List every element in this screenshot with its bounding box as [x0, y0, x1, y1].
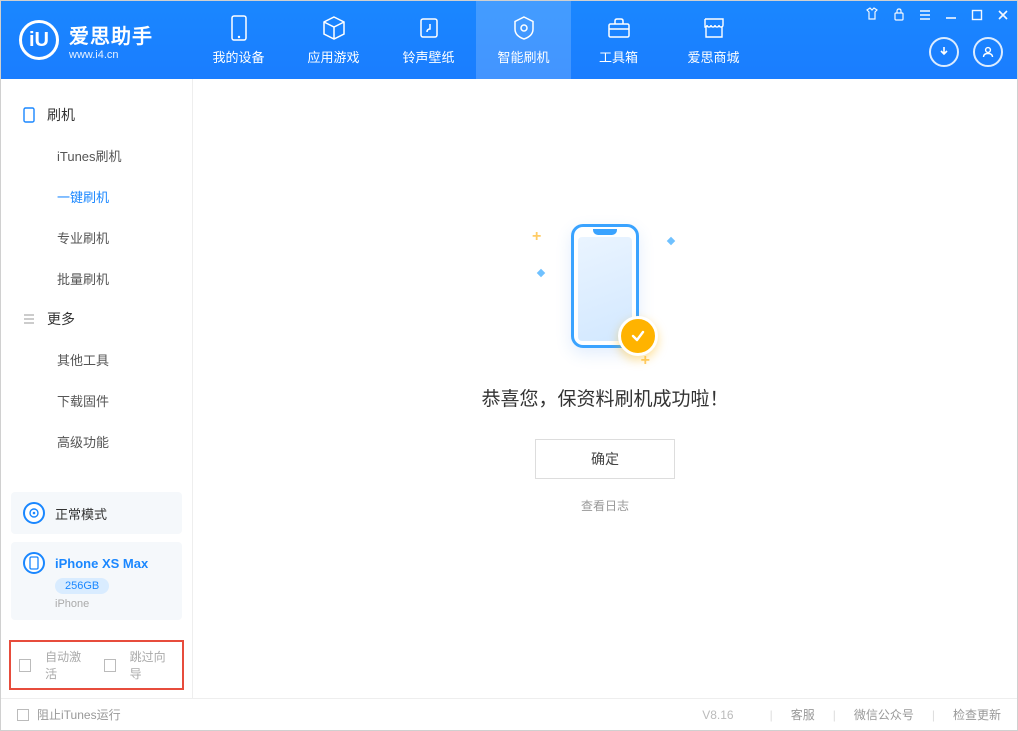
block-itunes-label: 阻止iTunes运行: [37, 706, 121, 723]
nav-tab-ringtones[interactable]: 铃声壁纸: [381, 1, 476, 79]
support-link[interactable]: 客服: [791, 706, 815, 723]
sparkle-icon: [667, 236, 675, 244]
nav-label: 工具箱: [599, 47, 638, 66]
nav-tab-device[interactable]: 我的设备: [191, 1, 286, 79]
store-icon: [701, 15, 727, 41]
mode-label: 正常模式: [55, 504, 107, 523]
device-storage: 256GB: [55, 578, 109, 594]
nav-label: 智能刷机: [497, 47, 549, 66]
nav-label: 我的设备: [212, 47, 264, 66]
view-log-link[interactable]: 查看日志: [581, 497, 629, 514]
app-website: www.i4.cn: [69, 49, 153, 61]
download-button[interactable]: [929, 37, 959, 67]
sidebar-item-other-tools[interactable]: 其他工具: [1, 339, 192, 380]
account-button[interactable]: [973, 37, 1003, 67]
sidebar-item-batch-flash[interactable]: 批量刷机: [1, 258, 192, 299]
more-lines-icon: [21, 311, 37, 327]
logo-text: 爱思助手 www.i4.cn: [69, 20, 153, 61]
success-badge-icon: [618, 316, 658, 356]
mode-card[interactable]: 正常模式: [11, 492, 182, 534]
nav-label: 爱思商城: [687, 47, 739, 66]
sidebar-item-advanced[interactable]: 高级功能: [1, 421, 192, 462]
success-message: 恭喜您，保资料刷机成功啦！: [481, 384, 728, 411]
sidebar-groups: 刷机 iTunes刷机 一键刷机 专业刷机 批量刷机 更多 其他工具 下载固件 …: [1, 79, 192, 482]
success-illustration: + +: [530, 214, 680, 364]
sidebar-item-itunes-flash[interactable]: iTunes刷机: [1, 135, 192, 176]
main-content: + + 恭喜您，保资料刷机成功啦！ 确定 查看日志: [193, 79, 1017, 698]
statusbar: 阻止iTunes运行 V8.16 | 客服 | 微信公众号 | 检查更新: [1, 698, 1017, 730]
check-update-link[interactable]: 检查更新: [953, 706, 1001, 723]
auto-activate-checkbox[interactable]: [19, 659, 31, 672]
block-itunes-checkbox[interactable]: [17, 709, 29, 721]
skip-guide-checkbox[interactable]: [104, 659, 116, 672]
skip-guide-label: 跳过向导: [130, 648, 174, 682]
logo-icon: iU: [19, 20, 59, 60]
window-controls: [865, 7, 1009, 24]
sparkle-plus-icon: +: [532, 228, 541, 246]
ok-button[interactable]: 确定: [535, 439, 675, 479]
device-name: iPhone XS Max: [55, 556, 148, 571]
sidebar: 刷机 iTunes刷机 一键刷机 专业刷机 批量刷机 更多 其他工具 下载固件 …: [1, 79, 193, 698]
nav-tab-store[interactable]: 爱思商城: [666, 1, 761, 79]
sidebar-bottom: 正常模式 iPhone XS Max 256GB iPhone: [1, 482, 192, 638]
maximize-icon[interactable]: [971, 8, 983, 24]
flash-icon: [511, 15, 537, 41]
header-actions: [929, 37, 1003, 67]
app-header: iU 爱思助手 www.i4.cn 我的设备 应用游戏 铃声壁纸: [1, 1, 1017, 79]
lock-icon[interactable]: [893, 7, 905, 24]
toolbox-icon: [606, 15, 632, 41]
sidebar-item-onekey-flash[interactable]: 一键刷机: [1, 176, 192, 217]
separator: |: [932, 708, 935, 722]
phone-outline-icon: [21, 107, 37, 123]
mode-icon: [23, 502, 45, 524]
nav-tab-toolbox[interactable]: 工具箱: [571, 1, 666, 79]
separator: |: [833, 708, 836, 722]
nav-tab-flash[interactable]: 智能刷机: [476, 1, 571, 79]
app-body: 刷机 iTunes刷机 一键刷机 专业刷机 批量刷机 更多 其他工具 下载固件 …: [1, 79, 1017, 698]
sidebar-item-download-firmware[interactable]: 下载固件: [1, 380, 192, 421]
device-icon: [226, 15, 252, 41]
cube-icon: [321, 15, 347, 41]
nav-label: 应用游戏: [307, 47, 359, 66]
highlighted-options: 自动激活 跳过向导: [9, 640, 184, 690]
shirt-icon[interactable]: [865, 7, 879, 24]
device-phone-icon: [23, 552, 45, 574]
sidebar-item-pro-flash[interactable]: 专业刷机: [1, 217, 192, 258]
nav-tabs: 我的设备 应用游戏 铃声壁纸 智能刷机 工具箱: [191, 1, 761, 79]
separator: |: [770, 708, 773, 722]
logo-area: iU 爱思助手 www.i4.cn: [1, 1, 191, 79]
sparkle-icon: [537, 268, 545, 276]
version-label: V8.16: [702, 708, 733, 722]
group-more-header: 更多: [1, 299, 192, 339]
group-title: 更多: [47, 309, 75, 329]
menu-icon[interactable]: [919, 8, 931, 24]
close-icon[interactable]: [997, 8, 1009, 24]
app-title: 爱思助手: [69, 20, 153, 49]
ringtone-icon: [416, 15, 442, 41]
auto-activate-label: 自动激活: [45, 648, 89, 682]
nav-tab-apps[interactable]: 应用游戏: [286, 1, 381, 79]
minimize-icon[interactable]: [945, 8, 957, 24]
group-title: 刷机: [47, 105, 75, 125]
device-type: iPhone: [55, 598, 89, 610]
device-card[interactable]: iPhone XS Max 256GB iPhone: [11, 542, 182, 620]
wechat-link[interactable]: 微信公众号: [854, 706, 914, 723]
nav-label: 铃声壁纸: [402, 47, 454, 66]
group-flash-header: 刷机: [1, 95, 192, 135]
